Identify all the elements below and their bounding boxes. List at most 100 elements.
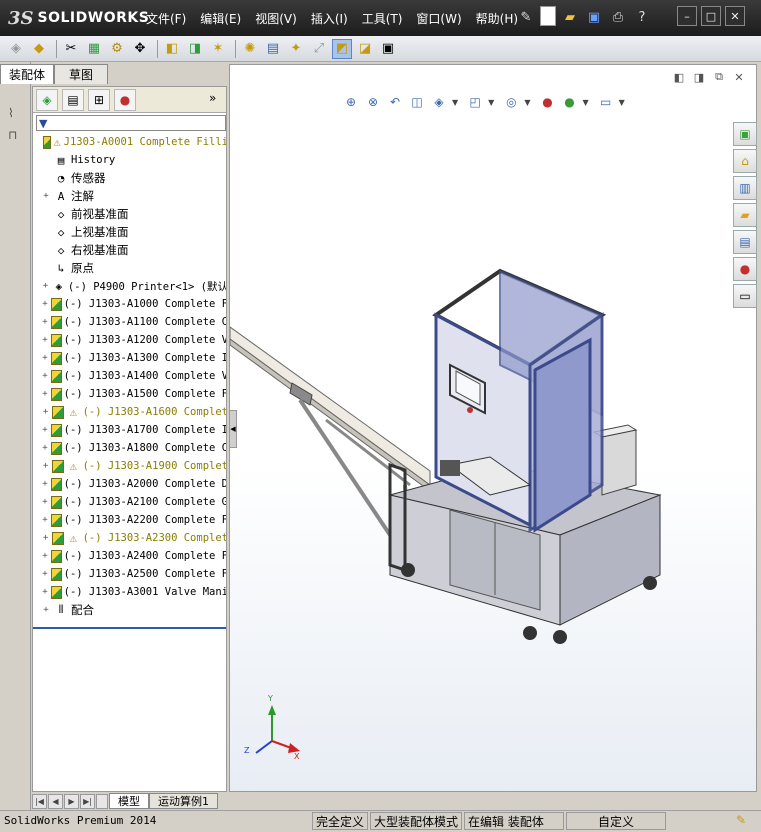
open-folder-icon[interactable]: ▰ bbox=[560, 6, 580, 28]
tree-item[interactable]: + A 注解 bbox=[33, 187, 226, 205]
expand-toggle-icon[interactable]: + bbox=[41, 389, 49, 399]
display-manager-icon[interactable]: ● bbox=[114, 88, 136, 111]
tree-root-assembly[interactable]: ⚠ J1303-A0001 Complete Filli bbox=[33, 133, 226, 151]
tree-item[interactable]: + (-) J1303-A1300 Complete I bbox=[33, 349, 226, 367]
pin-icon[interactable]: ✎ bbox=[516, 6, 536, 28]
expand-toggle-icon[interactable] bbox=[41, 245, 51, 255]
scroll-tab-icon[interactable] bbox=[96, 793, 108, 809]
tree-item[interactable]: + (-) J1303-A2200 Complete F bbox=[33, 511, 226, 529]
tree-item[interactable]: + (-) J1303-A2100 Complete G bbox=[33, 493, 226, 511]
mate-icon[interactable]: ◆ bbox=[29, 39, 49, 59]
view-palette-icon[interactable]: ▤ bbox=[733, 230, 757, 254]
machine-model[interactable]: Y X Z bbox=[230, 65, 756, 791]
status-units-custom[interactable]: 自定义 bbox=[566, 812, 666, 830]
tree-item[interactable]: + (-) J1303-A1200 Complete V bbox=[33, 331, 226, 349]
reference-geometry-icon[interactable]: ✶ bbox=[208, 39, 228, 59]
move-component-icon[interactable]: ✥ bbox=[130, 39, 150, 59]
expand-toggle-icon[interactable] bbox=[41, 155, 51, 165]
help-icon[interactable]: ? bbox=[632, 6, 652, 28]
expand-toggle-icon[interactable]: + bbox=[41, 335, 49, 345]
tree-item[interactable]: ◇ 前视基准面 bbox=[33, 205, 226, 223]
snapshot-icon[interactable]: ▣ bbox=[378, 39, 398, 59]
design-library-icon[interactable]: ▥ bbox=[733, 176, 757, 200]
tab-motion-study[interactable]: 运动算例1 bbox=[149, 793, 218, 809]
solidworks-logo[interactable]: 3S SOLIDWORKS bbox=[8, 6, 149, 30]
tree-item[interactable]: + (-) J1303-A1800 Complete C bbox=[33, 439, 226, 457]
filter-field[interactable]: ▼ bbox=[36, 115, 226, 131]
expand-toggle-icon[interactable] bbox=[41, 227, 51, 237]
smart-fasteners-icon[interactable]: ⚙ bbox=[107, 39, 127, 59]
solidworks-resources-icon[interactable]: ▣ bbox=[733, 122, 757, 146]
tree-item[interactable]: + ⚠ (-) J1303-A2300 Complet bbox=[33, 529, 226, 547]
expand-toggle-icon[interactable] bbox=[35, 137, 41, 147]
menu-edit[interactable]: 编辑(E) bbox=[200, 10, 241, 27]
pattern-icon[interactable]: ▦ bbox=[84, 39, 104, 59]
feature-tree-icon[interactable]: ◈ bbox=[36, 88, 58, 111]
expand-toggle-icon[interactable]: + bbox=[41, 479, 49, 489]
tree-item[interactable]: + ⚠ (-) J1303-A1900 Complet bbox=[33, 457, 226, 475]
tree-item[interactable]: + (-) J1303-A1100 Complete C bbox=[33, 313, 226, 331]
file-explorer-icon[interactable]: ▰ bbox=[733, 203, 757, 227]
expand-toggle-icon[interactable] bbox=[41, 209, 51, 219]
new-document-icon[interactable] bbox=[540, 6, 556, 26]
last-tab-icon[interactable]: ▶| bbox=[80, 793, 95, 809]
expand-toggle-icon[interactable] bbox=[41, 173, 51, 183]
expand-toggle-icon[interactable]: + bbox=[41, 515, 49, 525]
tree-item[interactable]: + (-) J1303-A1500 Complete F bbox=[33, 385, 226, 403]
expand-toggle-icon[interactable]: + bbox=[41, 443, 49, 453]
expand-panel-icon[interactable]: » bbox=[209, 91, 216, 105]
expand-toggle-icon[interactable]: + bbox=[41, 461, 50, 471]
sketch-tool-icon[interactable]: ⌇ bbox=[8, 106, 14, 120]
step-tool-icon[interactable]: ⊓ bbox=[8, 128, 17, 142]
instant3d-icon[interactable]: ◩ bbox=[332, 38, 352, 59]
print-icon[interactable]: ⎙ bbox=[608, 6, 628, 28]
insert-component-icon[interactable]: ◈ bbox=[6, 39, 26, 59]
new-motion-study-icon[interactable]: ✺ bbox=[240, 39, 260, 59]
next-tab-icon[interactable]: ▶ bbox=[64, 793, 79, 809]
assembly-features-icon[interactable]: ◨ bbox=[185, 39, 205, 59]
expand-toggle-icon[interactable]: + bbox=[41, 299, 49, 309]
bill-of-materials-icon[interactable]: ▤ bbox=[263, 39, 283, 59]
tree-item[interactable]: + (-) J1303-A2400 Complete F bbox=[33, 547, 226, 565]
custom-properties-icon[interactable]: ▭ bbox=[733, 284, 757, 308]
tab-assembly[interactable]: 装配体 bbox=[0, 64, 55, 84]
expand-toggle-icon[interactable] bbox=[41, 263, 51, 273]
tree-item[interactable]: ◔ 传感器 bbox=[33, 169, 226, 187]
expand-toggle-icon[interactable]: + bbox=[41, 371, 49, 381]
menu-window[interactable]: 窗口(W) bbox=[416, 10, 461, 27]
menu-view[interactable]: 视图(V) bbox=[255, 10, 297, 27]
property-manager-icon[interactable]: ▤ bbox=[62, 88, 84, 111]
tree-item[interactable]: ▤ History bbox=[33, 151, 226, 169]
expand-toggle-icon[interactable]: + bbox=[41, 497, 49, 507]
paperclip-icon[interactable]: ✂ bbox=[61, 39, 81, 59]
tree-item[interactable]: ◇ 上视基准面 bbox=[33, 223, 226, 241]
collapse-panel-handle[interactable]: ◀ bbox=[229, 410, 237, 448]
rebuild-status-icon[interactable]: ✎ bbox=[736, 813, 746, 827]
explode-line-icon[interactable]: ⤢ bbox=[309, 39, 329, 59]
close-icon[interactable]: ✕ bbox=[725, 6, 745, 26]
tree-item[interactable]: + (-) J1303-A2500 Complete F bbox=[33, 565, 226, 583]
prev-tab-icon[interactable]: ◀ bbox=[48, 793, 63, 809]
update-speedpak-icon[interactable]: ◪ bbox=[355, 39, 375, 59]
appearances-icon[interactable]: ● bbox=[733, 257, 757, 281]
tab-model[interactable]: 模型 bbox=[109, 793, 149, 809]
graphics-area[interactable]: ◧ ◨ ⧉ ✕ ⊕ ⊗ ↶ ◫ ◈ ▼ ◰ ▼ ◎ ▼ ● ● ▼ ▭ ▼ Y … bbox=[229, 64, 757, 792]
expand-toggle-icon[interactable]: + bbox=[41, 569, 49, 579]
tab-sketch[interactable]: 草图 bbox=[54, 64, 109, 84]
tree-item[interactable]: + (-) J1303-A1700 Complete I bbox=[33, 421, 226, 439]
menu-insert[interactable]: 插入(I) bbox=[311, 10, 348, 27]
exploded-view-icon[interactable]: ✦ bbox=[286, 39, 306, 59]
home-icon[interactable]: ⌂ bbox=[733, 149, 757, 173]
expand-toggle-icon[interactable]: + bbox=[41, 551, 49, 561]
expand-toggle-icon[interactable]: + bbox=[41, 281, 50, 291]
expand-toggle-icon[interactable]: + bbox=[41, 407, 50, 417]
expand-toggle-icon[interactable]: + bbox=[41, 425, 49, 435]
configuration-manager-icon[interactable]: ⊞ bbox=[88, 88, 110, 111]
tree-item[interactable]: + (-) J1303-A2000 Complete D bbox=[33, 475, 226, 493]
expand-toggle-icon[interactable]: + bbox=[41, 191, 51, 201]
minimize-icon[interactable]: – bbox=[677, 6, 697, 26]
save-icon[interactable]: ▣ bbox=[584, 6, 604, 28]
menu-tools[interactable]: 工具(T) bbox=[362, 10, 403, 27]
tree-item[interactable]: + ⫴ 配合 bbox=[33, 601, 226, 619]
menu-help[interactable]: 帮助(H) bbox=[476, 10, 518, 27]
